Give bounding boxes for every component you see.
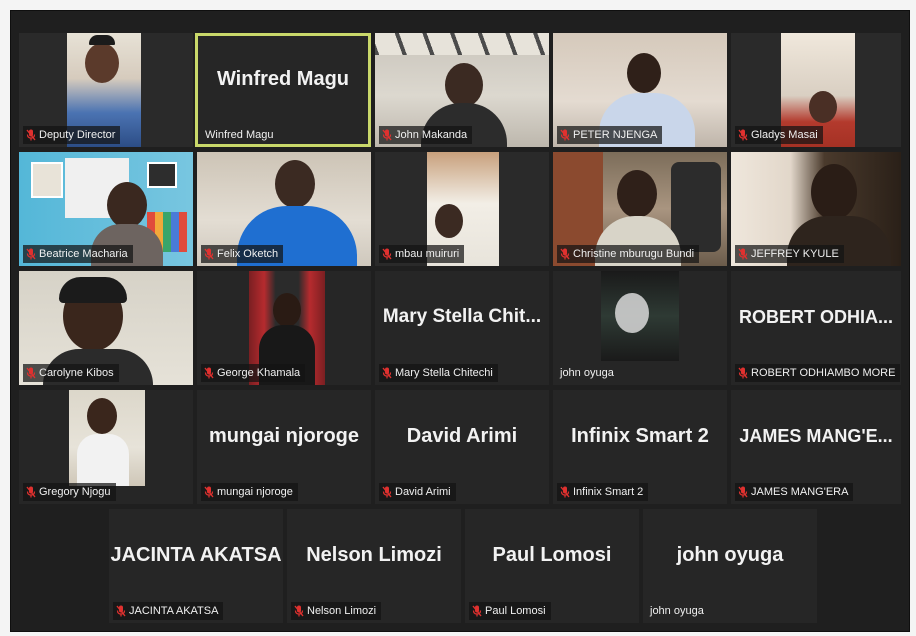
muted-mic-icon xyxy=(472,605,482,617)
muted-mic-icon xyxy=(294,605,304,617)
participant-name-label: Nelson Limozi xyxy=(291,602,382,620)
participant-tile[interactable]: ROBERT ODHIA... ROBERT ODHIAMBO MORE xyxy=(731,271,901,385)
participant-name-label: Infinix Smart 2 xyxy=(557,483,649,501)
participant-tile[interactable]: JEFFREY KYULE xyxy=(731,152,901,266)
participant-tile[interactable]: Gregory Njogu xyxy=(19,390,193,504)
participant-name-display: Winfred Magu xyxy=(216,67,350,90)
participant-tile[interactable]: PETER NJENGA xyxy=(553,33,727,147)
participant-tile[interactable]: JAMES MANG'E... JAMES MANG'ERA xyxy=(731,390,901,504)
video-gallery-grid: Deputy Director Winfred Magu Winfred Mag… xyxy=(10,10,910,632)
participant-tile[interactable]: Paul Lomosi Paul Lomosi xyxy=(465,509,639,623)
muted-mic-icon xyxy=(738,248,748,260)
muted-mic-icon xyxy=(560,129,570,141)
participant-name-label: PETER NJENGA xyxy=(557,126,663,144)
participant-name-display: Mary Stella Chit... xyxy=(382,306,542,327)
participant-tile-active-speaker[interactable]: Winfred Magu Winfred Magu xyxy=(195,33,371,147)
muted-mic-icon xyxy=(738,486,748,498)
participant-tile[interactable]: Felix Oketch xyxy=(197,152,371,266)
participant-name-display: mungai njoroge xyxy=(209,424,359,447)
muted-mic-icon xyxy=(116,605,126,617)
muted-mic-icon xyxy=(26,486,36,498)
participant-name-display: Infinix Smart 2 xyxy=(571,424,709,447)
participant-name-label: JAMES MANG'ERA xyxy=(735,483,854,501)
participant-name-label: Gregory Njogu xyxy=(23,483,116,501)
participant-tile[interactable]: Infinix Smart 2 Infinix Smart 2 xyxy=(553,390,727,504)
muted-mic-icon xyxy=(204,367,214,379)
participant-tile[interactable]: George Khamala xyxy=(197,271,371,385)
participant-name-label: Christine mburugu Bundi xyxy=(557,245,700,263)
participant-name-label: JEFFREY KYULE xyxy=(735,245,844,263)
participant-name-display: JACINTA AKATSA xyxy=(110,543,282,566)
participant-tile[interactable]: john oyuga xyxy=(553,271,727,385)
muted-mic-icon xyxy=(560,486,570,498)
participant-name-label: mungai njoroge xyxy=(201,483,298,501)
participant-name-label: Paul Lomosi xyxy=(469,602,551,620)
participant-tile[interactable]: David Arimi David Arimi xyxy=(375,390,549,504)
participant-tile[interactable]: Nelson Limozi Nelson Limozi xyxy=(287,509,461,623)
participant-name-label: Beatrice Macharia xyxy=(23,245,133,263)
participant-name-label: George Khamala xyxy=(201,364,306,382)
participant-name-display: ROBERT ODHIA... xyxy=(738,306,893,327)
participant-name-display: David Arimi xyxy=(406,424,518,447)
participant-name-display: john oyuga xyxy=(676,543,784,566)
muted-mic-icon xyxy=(26,367,36,379)
participant-name-display: Nelson Limozi xyxy=(306,543,442,566)
participant-name-label: Felix Oketch xyxy=(201,245,284,263)
muted-mic-icon xyxy=(26,248,36,260)
participant-name-label: mbau muiruri xyxy=(379,245,465,263)
participant-tile[interactable]: mungai njoroge mungai njoroge xyxy=(197,390,371,504)
participant-name-label: JACINTA AKATSA xyxy=(113,602,224,620)
participant-name-label: ROBERT ODHIAMBO MORE xyxy=(735,364,901,382)
participant-name-label: john oyuga xyxy=(650,605,704,617)
participant-tile[interactable]: Carolyne Kibos xyxy=(19,271,193,385)
participant-tile[interactable]: Mary Stella Chit... Mary Stella Chitechi xyxy=(375,271,549,385)
participant-name-label: Winfred Magu xyxy=(205,129,274,141)
participant-name-label: Deputy Director xyxy=(23,126,121,144)
muted-mic-icon xyxy=(382,248,392,260)
participant-name-label: john oyuga xyxy=(560,367,614,379)
muted-mic-icon xyxy=(382,367,392,379)
participant-tile[interactable]: Christine mburugu Bundi xyxy=(553,152,727,266)
participant-tile[interactable]: Deputy Director xyxy=(19,33,193,147)
participant-tile[interactable]: Gladys Masai xyxy=(731,33,901,147)
muted-mic-icon xyxy=(382,129,392,141)
muted-mic-icon xyxy=(26,129,36,141)
participant-tile[interactable]: john oyuga john oyuga xyxy=(643,509,817,623)
participant-tile[interactable]: JACINTA AKATSA JACINTA AKATSA xyxy=(109,509,283,623)
muted-mic-icon xyxy=(204,248,214,260)
participant-tile[interactable]: Beatrice Macharia xyxy=(19,152,193,266)
muted-mic-icon xyxy=(560,248,570,260)
participant-tile[interactable]: mbau muiruri xyxy=(375,152,549,266)
participant-name-label: Mary Stella Chitechi xyxy=(379,364,498,382)
participant-name-label: David Arimi xyxy=(379,483,456,501)
muted-mic-icon xyxy=(738,129,748,141)
participant-name-display: Paul Lomosi xyxy=(492,543,612,566)
participant-name-display: JAMES MANG'E... xyxy=(739,425,893,446)
participant-name-label: Carolyne Kibos xyxy=(23,364,119,382)
muted-mic-icon xyxy=(738,367,748,379)
participant-name-label: John Makanda xyxy=(379,126,473,144)
participant-name-label: Gladys Masai xyxy=(735,126,823,144)
participant-tile[interactable]: John Makanda xyxy=(375,33,549,147)
muted-mic-icon xyxy=(382,486,392,498)
muted-mic-icon xyxy=(204,486,214,498)
